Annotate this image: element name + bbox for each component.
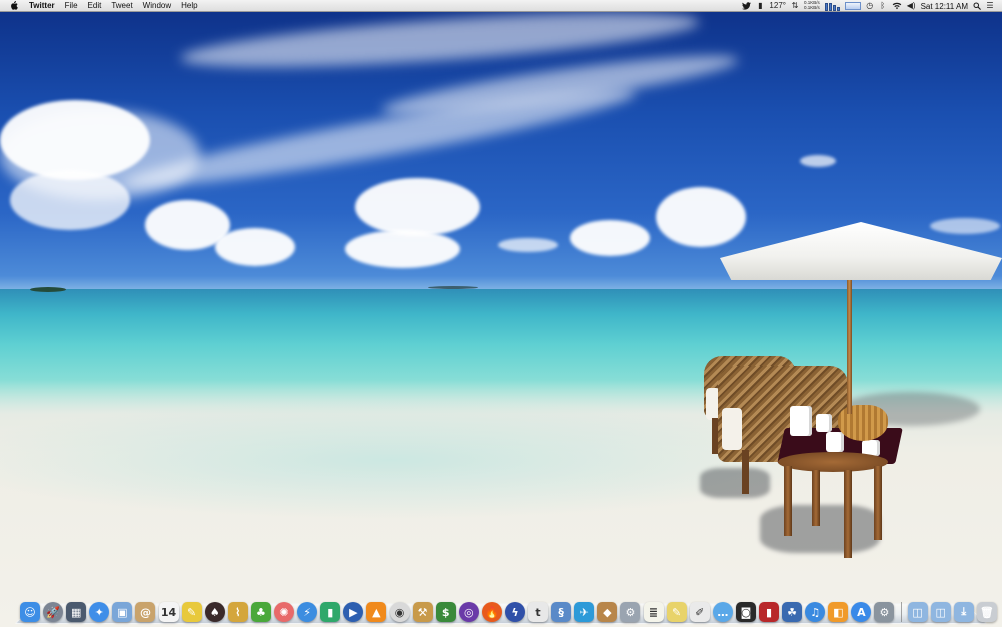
calendar-icon[interactable]: 14 bbox=[158, 602, 179, 622]
chrome-icon[interactable]: ◉ bbox=[389, 602, 410, 622]
address-book-icon[interactable]: @ bbox=[135, 602, 156, 622]
itunes-icon[interactable]: ♫ bbox=[805, 602, 826, 622]
hammer-icon[interactable]: ⚒ bbox=[412, 602, 433, 622]
cpu-graph-icon[interactable] bbox=[844, 2, 861, 10]
bottle-icon[interactable]: ▮ bbox=[320, 602, 341, 622]
photoshop-icon[interactable]: ▮ bbox=[759, 602, 779, 622]
notepad-icon[interactable]: ≣ bbox=[643, 602, 664, 622]
notes-icon[interactable]: ✎ bbox=[666, 602, 687, 622]
menu-bar: Twitter File Edit Tweet Window Help ▮ 12… bbox=[0, 0, 1002, 12]
editor-icon[interactable]: ✐ bbox=[689, 602, 710, 622]
status-menus: ▮ 127° ⇅ 0.1KB/s 0.1KB/s ◷ ᛒ ◀) Sat 12:1… bbox=[742, 0, 1002, 12]
menu-window[interactable]: Window bbox=[138, 0, 176, 12]
dna-icon[interactable]: § bbox=[551, 602, 572, 622]
utility-icon[interactable]: ⚙ bbox=[620, 602, 641, 622]
menu-edit[interactable]: Edit bbox=[83, 0, 107, 12]
menu-help[interactable]: Help bbox=[176, 0, 202, 12]
finder-icon[interactable]: ☺ bbox=[20, 602, 40, 622]
spotlight-search-icon[interactable] bbox=[973, 1, 981, 11]
network-activity-icon[interactable]: ⇅ bbox=[791, 1, 799, 11]
paperclip-icon[interactable]: ⌇ bbox=[227, 602, 248, 622]
package-icon[interactable]: ◆ bbox=[597, 602, 618, 622]
cpu-temp-icon[interactable]: ▮ bbox=[756, 1, 764, 11]
volume-icon[interactable]: ◀) bbox=[907, 1, 916, 11]
alfred-hat-icon[interactable]: ♠ bbox=[204, 602, 225, 622]
ibooks-icon[interactable]: ◧ bbox=[828, 602, 849, 622]
network-speed-readout[interactable]: 0.1KB/s 0.1KB/s bbox=[804, 1, 820, 10]
notification-center-icon[interactable]: ☰ bbox=[986, 1, 994, 11]
preview-icon[interactable]: ▣ bbox=[112, 602, 133, 622]
net-down-speed: 0.1KB/s bbox=[803, 5, 820, 10]
launchpad-icon[interactable]: 🚀 bbox=[43, 602, 64, 622]
menu-tweet[interactable]: Tweet bbox=[106, 0, 137, 12]
evernote-icon[interactable]: ♣ bbox=[250, 602, 271, 622]
app-menu-twitter[interactable]: Twitter bbox=[29, 0, 60, 12]
time-machine-icon[interactable]: ◷ bbox=[866, 1, 874, 11]
dvd-icon[interactable]: ◎ bbox=[458, 602, 479, 622]
reeder-icon[interactable]: ⚡ bbox=[297, 602, 318, 622]
vlc-icon[interactable]: ▲ bbox=[366, 602, 387, 622]
system-preferences-icon[interactable]: ⚙ bbox=[874, 602, 895, 622]
apple-menu-icon[interactable] bbox=[10, 1, 18, 10]
temperature-readout[interactable]: 127° bbox=[769, 1, 786, 11]
mission-control-icon[interactable]: ▦ bbox=[66, 602, 87, 622]
downloads-folder-icon[interactable]: ⤓ bbox=[953, 602, 974, 622]
memory-bars-icon[interactable] bbox=[824, 2, 840, 11]
stickies-icon[interactable]: ✎ bbox=[181, 602, 202, 622]
app-store-icon[interactable]: A bbox=[851, 602, 872, 622]
bluetooth-icon[interactable]: ᛒ bbox=[879, 1, 887, 11]
wifi-icon[interactable] bbox=[892, 1, 902, 11]
safari-icon[interactable]: ✦ bbox=[89, 602, 110, 622]
messages-icon[interactable]: … bbox=[712, 602, 733, 622]
twitter-status-icon[interactable] bbox=[742, 1, 752, 11]
quicktime-icon[interactable]: ▶ bbox=[343, 602, 364, 622]
applications-folder-icon[interactable]: ◫ bbox=[907, 602, 928, 622]
pinwheel-icon[interactable]: ✺ bbox=[274, 602, 295, 622]
dock: ☺ 🚀 ▦ ✦ ▣ @14 ✎ ♠ ⌇ ♣ ✺ ⚡ ▮ ▶ ▲ ◉ ⚒ $ ◎ 🔥 ϟ t § ✈ ◆ ⚙ ≣ ✎ ✐… ◙ ▮ ☘ ♫ ◧ A ⚙ ◫… bbox=[20, 598, 1000, 622]
desktop-wallpaper[interactable] bbox=[0, 0, 1002, 627]
documents-folder-icon[interactable]: ◫ bbox=[930, 602, 951, 622]
menu-clock[interactable]: Sat 12:11 AM bbox=[921, 2, 968, 11]
thunder-icon[interactable]: ϟ bbox=[504, 602, 525, 622]
textedit-icon[interactable]: t bbox=[528, 602, 549, 622]
firefox-icon[interactable]: 🔥 bbox=[481, 602, 502, 622]
twitter-icon[interactable]: ✈ bbox=[574, 602, 595, 622]
menu-file[interactable]: File bbox=[60, 0, 83, 12]
photos-icon[interactable]: ☘ bbox=[782, 602, 803, 622]
money-icon[interactable]: $ bbox=[435, 602, 456, 622]
trash-icon[interactable]: 🗑 bbox=[976, 602, 997, 622]
dock-separator bbox=[900, 602, 902, 622]
photo-booth-icon[interactable]: ◙ bbox=[735, 602, 756, 622]
